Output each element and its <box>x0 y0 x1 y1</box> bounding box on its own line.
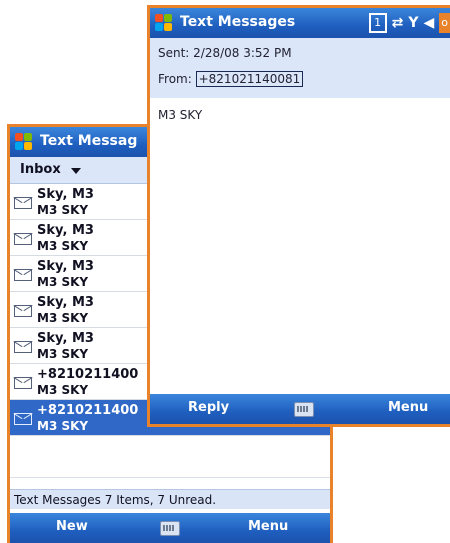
envelope-icon <box>14 413 32 425</box>
ok-button[interactable]: o <box>439 13 450 33</box>
envelope-icon <box>14 197 32 209</box>
message-body: M3 SKY <box>158 108 203 122</box>
message-preview: M3 SKY <box>37 239 89 253</box>
signal-strength-icon[interactable]: Y <box>408 13 418 33</box>
message-sender: +8210211400 <box>37 403 139 418</box>
envelope-icon <box>14 269 32 281</box>
message-sender: Sky, M3 <box>37 259 94 274</box>
message-preview: M3 SKY <box>37 383 89 397</box>
message-preview: M3 SKY <box>37 419 89 433</box>
message-preview: M3 SKY <box>37 275 89 289</box>
from-line: From: +821021140081 <box>158 71 304 87</box>
soft-key-bar: Reply Menu <box>150 394 450 424</box>
message-detail-window: Text Messages 1 ⇄ Y ◀ o Sent: 2/28/08 3:… <box>150 8 450 424</box>
envelope-icon <box>14 305 32 317</box>
reply-button[interactable]: Reply <box>188 400 229 415</box>
keyboard-icon[interactable] <box>160 521 180 536</box>
connectivity-icon[interactable]: ⇄ <box>392 13 404 33</box>
envelope-icon <box>14 233 32 245</box>
status-text: Text Messages 7 Items, 7 Unread. <box>10 489 330 509</box>
folder-label: Inbox <box>20 162 61 177</box>
volume-icon[interactable]: ◀ <box>423 13 434 33</box>
window-title: Text Messages <box>180 14 296 30</box>
message-sender: Sky, M3 <box>37 331 94 346</box>
envelope-icon <box>14 341 32 353</box>
title-bar: Text Messages 1 ⇄ Y ◀ o <box>150 8 450 38</box>
windows-start-icon[interactable] <box>14 132 34 152</box>
menu-button[interactable]: Menu <box>248 519 288 534</box>
envelope-icon <box>14 377 32 389</box>
windows-start-icon[interactable] <box>154 13 174 33</box>
from-label: From: <box>158 72 192 86</box>
message-sender: Sky, M3 <box>37 295 94 310</box>
notification-box-icon[interactable]: 1 <box>368 13 387 33</box>
message-preview: M3 SKY <box>37 347 89 361</box>
status-icons: 1 ⇄ Y ◀ o <box>368 13 450 33</box>
keyboard-icon[interactable] <box>294 402 314 417</box>
from-address-link[interactable]: +821021140081 <box>195 71 304 87</box>
message-sender: Sky, M3 <box>37 223 94 238</box>
message-preview: M3 SKY <box>37 311 89 325</box>
sent-line: Sent: 2/28/08 3:52 PM <box>158 46 292 60</box>
chevron-down-icon <box>71 168 81 174</box>
new-button[interactable]: New <box>56 519 88 534</box>
message-sender: +8210211400 <box>37 367 139 382</box>
message-preview: M3 SKY <box>37 203 89 217</box>
window-title: Text Messag <box>40 133 138 149</box>
message-header: Sent: 2/28/08 3:52 PM From: +82102114008… <box>150 38 450 98</box>
soft-key-bar: New Menu <box>10 513 330 543</box>
message-sender: Sky, M3 <box>37 187 94 202</box>
menu-button[interactable]: Menu <box>388 400 428 415</box>
